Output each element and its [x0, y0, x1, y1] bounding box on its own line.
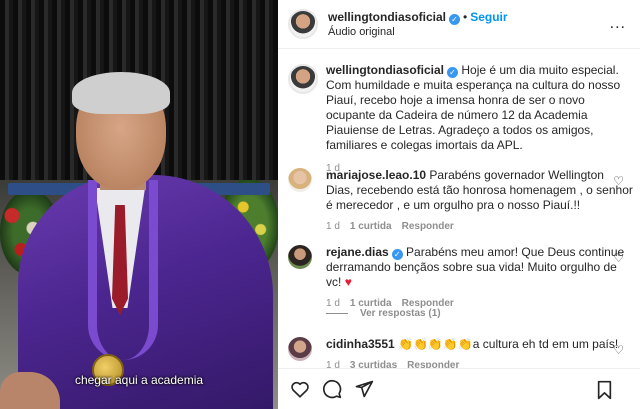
more-options-icon[interactable]: ...: [610, 15, 626, 33]
verified-badge-icon: ✓: [447, 67, 459, 78]
speaker-hair: [72, 72, 170, 114]
comment-meta: 1 d 3 curtidas Responder: [326, 360, 634, 368]
comment-item: rejane.dias ✓ Parabéns meu amor! Que Deus…: [288, 245, 634, 309]
comment-username[interactable]: cidinha3551: [326, 337, 395, 351]
comment-time[interactable]: 1 d: [326, 360, 340, 368]
comment-body: cidinha3551 👏👏👏👏👏a cultura eh td em um p…: [326, 337, 634, 352]
video-player[interactable]: chegar aqui a academia: [0, 0, 278, 409]
like-comment-heart-icon[interactable]: ♡: [613, 251, 624, 265]
comment-time[interactable]: 1 d: [326, 221, 340, 232]
reply-button[interactable]: Responder: [407, 360, 459, 368]
comment-meta: 1 d 1 curtida Responder: [326, 221, 634, 232]
verified-badge-icon: ✓: [391, 249, 403, 260]
comment-item: cidinha3551 👏👏👏👏👏a cultura eh td em um p…: [288, 337, 634, 368]
commenter-avatar[interactable]: [288, 337, 312, 361]
comment-item: mariajose.leao.10 Parabéns governador We…: [288, 168, 634, 232]
comment-likes[interactable]: 1 curtida: [350, 221, 392, 232]
caption-username[interactable]: wellingtondiasoficial: [326, 63, 444, 77]
reply-button[interactable]: Responder: [402, 221, 454, 232]
follow-button[interactable]: Seguir: [470, 10, 507, 24]
comments-list[interactable]: wellingtondiasoficial ✓ Hoje é um dia mui…: [278, 50, 640, 368]
separator-dot: •: [463, 9, 468, 24]
comment-body: rejane.dias ✓ Parabéns meu amor! Que Deus…: [326, 245, 634, 290]
caption-body: wellingtondiasoficial ✓ Hoje é um dia mui…: [326, 63, 630, 153]
like-comment-heart-icon[interactable]: ♡: [613, 174, 624, 188]
comment-text: a cultura eh td em um país!: [472, 337, 619, 351]
comment-likes[interactable]: 3 curtidas: [350, 360, 397, 368]
comment-username[interactable]: mariajose.leao.10: [326, 168, 426, 182]
commenter-avatar[interactable]: [288, 245, 312, 269]
view-replies-label: Ver respostas (1): [360, 308, 441, 319]
comment-body: mariajose.leao.10 Parabéns governador We…: [326, 168, 634, 213]
save-bookmark-icon[interactable]: [594, 380, 614, 400]
medal-ribbon: [88, 180, 158, 360]
view-replies-line: [326, 313, 348, 314]
verified-badge-icon: ✓: [449, 13, 461, 25]
view-replies-link[interactable]: Ver respostas (1): [326, 308, 441, 319]
header-text: wellingtondiasoficial ✓ • Seguir Áudio orig…: [328, 9, 508, 40]
like-heart-icon[interactable]: [290, 379, 310, 399]
video-subtitle: chegar aqui a academia: [74, 373, 204, 387]
clapping-hands-emoji-icon: 👏👏👏👏👏: [398, 337, 473, 351]
comment-bubble-icon[interactable]: [322, 379, 342, 399]
post-header: wellingtondiasoficial ✓ • Seguir Áudio orig…: [278, 0, 640, 49]
share-paper-plane-icon[interactable]: [354, 379, 374, 399]
author-avatar[interactable]: [288, 9, 318, 39]
action-bar: [278, 368, 640, 409]
like-comment-heart-icon[interactable]: ♡: [613, 343, 624, 357]
audio-link[interactable]: Áudio original: [328, 25, 508, 40]
red-heart-emoji-icon: ♥: [344, 275, 352, 289]
post-caption: wellingtondiasoficial ✓ Hoje é um dia mui…: [288, 63, 630, 174]
caption-avatar[interactable]: [288, 64, 318, 94]
commenter-avatar[interactable]: [288, 168, 312, 192]
comment-username[interactable]: rejane.dias: [326, 245, 389, 259]
post-panel: wellingtondiasoficial ✓ • Seguir Áudio orig…: [278, 0, 640, 409]
author-username[interactable]: wellingtondiasoficial: [328, 10, 446, 24]
